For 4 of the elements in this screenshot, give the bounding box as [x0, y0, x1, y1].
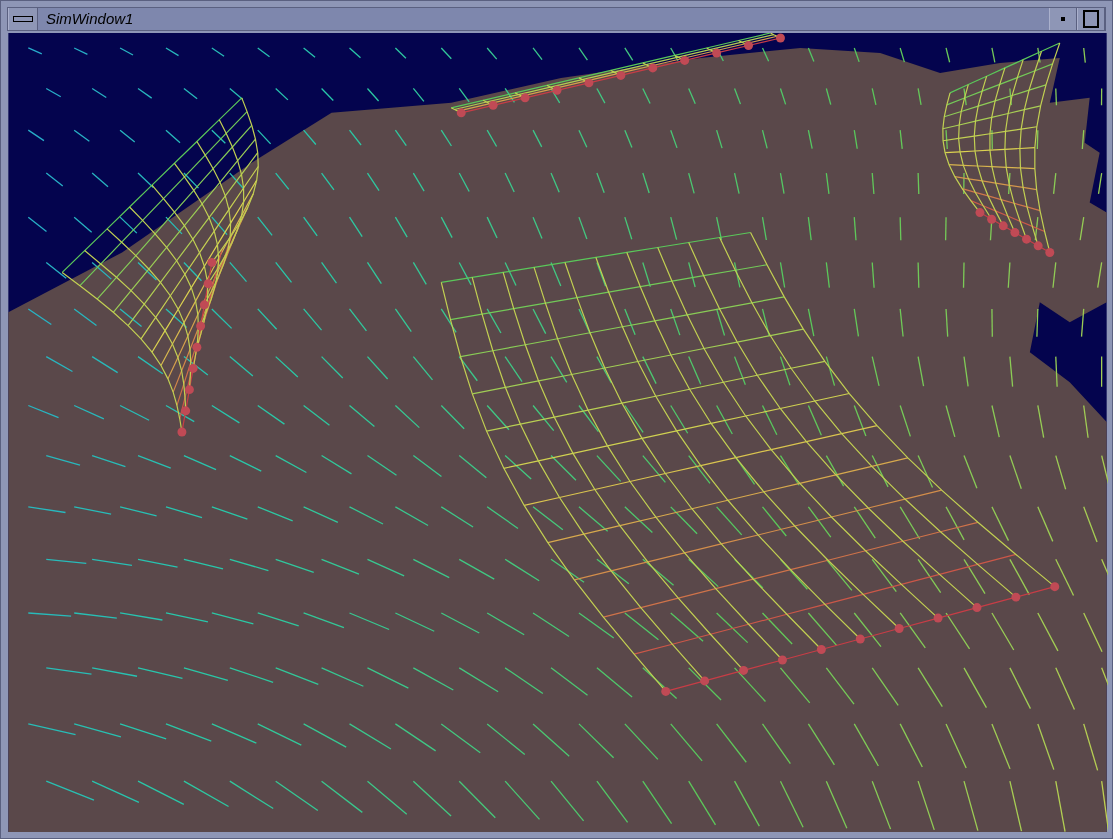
maximize-button[interactable] — [1077, 8, 1105, 30]
window-title: SimWindow1 — [45, 9, 135, 30]
minimize-button[interactable] — [1049, 8, 1077, 30]
window-menu-button[interactable] — [8, 8, 38, 30]
